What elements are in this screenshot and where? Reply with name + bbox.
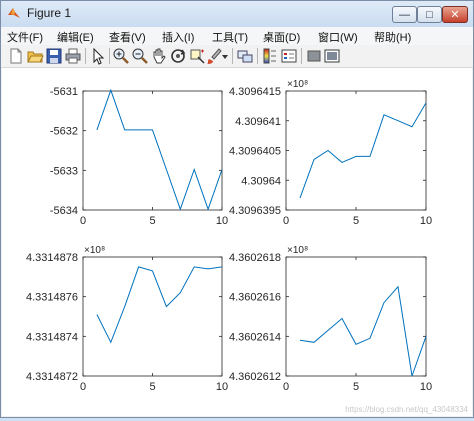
subplot-2-y-tick-label: 4.309641 (235, 116, 281, 128)
subplot-1-y-tick-label: -5633 (50, 165, 78, 177)
maximize-button[interactable]: □ (417, 6, 442, 23)
subplot-3-exponent-label: ×10⁸ (84, 245, 105, 256)
subplot-1-x-tick-label: 0 (80, 215, 86, 227)
figure-canvas[interactable]: https://blog.csdn.net/qq_43048334 0 5 10 -5… (2, 68, 472, 416)
toolbar-separator (257, 48, 258, 64)
subplot-1-y-tick-label: -5632 (50, 126, 78, 138)
matlab-app-icon (8, 8, 20, 18)
subplot-4-y-tick-label: 4.3602618 (229, 252, 281, 264)
zoom-out-icon[interactable] (131, 47, 149, 65)
rotate-3d-icon[interactable] (169, 47, 187, 65)
subplot-3-y-tick-label: 4.3314874 (26, 331, 78, 343)
subplot-1-x-tick-label: 10 (216, 215, 228, 227)
subplot-2-x-tick-label: 10 (420, 215, 432, 227)
open-file-icon[interactable] (26, 47, 44, 65)
subplot-4-x-tick-label: 5 (353, 381, 359, 393)
subplot-4-y-tick-label: 4.3602616 (229, 292, 281, 304)
subplot-4-y-tick-label: 4.3602614 (229, 331, 281, 343)
subplot-4-y-tick-label: 4.3602612 (229, 371, 281, 383)
subplot-3-x-tick-label: 10 (216, 381, 228, 393)
subplot-2-y-tick-label: 4.3096405 (229, 146, 281, 158)
select-arrow-icon[interactable] (89, 47, 107, 65)
watermark-text: https://blog.csdn.net/qq_43048334 (345, 405, 468, 414)
subplot-1-y-tick-label: -5631 (50, 86, 78, 98)
menu-tools[interactable]: 工具(T) (212, 29, 248, 45)
menu-window[interactable]: 窗口(W) (318, 29, 358, 45)
menu-edit[interactable]: 编辑(E) (57, 29, 94, 45)
show-plot-tools-icon[interactable] (323, 47, 341, 65)
toolbar-separator (301, 48, 302, 64)
subplot-2-x-tick-label: 5 (353, 215, 359, 227)
menu-view[interactable]: 查看(V) (109, 29, 146, 45)
subplot-3-axes-box (82, 256, 223, 377)
subplot-1-y-tick-label: -5634 (50, 205, 78, 217)
menu-insert[interactable]: 插入(I) (162, 29, 194, 45)
save-icon[interactable] (45, 47, 63, 65)
zoom-in-icon[interactable] (112, 47, 130, 65)
window-title: Figure 1 (27, 6, 72, 20)
pan-hand-icon[interactable] (150, 47, 168, 65)
subplot-3-x-tick-label: 5 (149, 381, 155, 393)
subplot-4-exponent-label: ×10⁸ (287, 245, 308, 256)
new-figure-icon[interactable] (7, 47, 25, 65)
subplot-2-exponent-label: ×10⁸ (287, 79, 308, 90)
subplot-2-y-tick-label: 4.3096395 (229, 205, 281, 217)
menu-bar: 文件(F) 编辑(E) 查看(V) 插入(I) 工具(T) 桌面(D) 窗口(W… (1, 27, 473, 45)
subplot-2-y-tick-label: 4.30964 (241, 175, 281, 187)
subplot-4-x-tick-label: 0 (283, 381, 289, 393)
menu-help[interactable]: 帮助(H) (374, 29, 411, 45)
print-icon[interactable] (64, 47, 82, 65)
subplot-3-y-tick-label: 4.3314878 (26, 252, 78, 264)
subplot-3-x-tick-label: 0 (80, 381, 86, 393)
title-bar[interactable]: Figure 1 — □ ✕ (1, 1, 473, 27)
subplot-2-y-tick-label: 4.3096415 (229, 86, 281, 98)
subplot-3-y-tick-label: 4.3314876 (26, 292, 78, 304)
colorbar-icon[interactable] (261, 47, 279, 65)
link-plot-icon[interactable] (236, 47, 254, 65)
subplot-3-y-tick-label: 4.3314872 (26, 371, 78, 383)
legend-icon[interactable] (280, 47, 298, 65)
figure-toolbar (1, 45, 473, 68)
subplot-1-x-tick-label: 5 (149, 215, 155, 227)
menu-desktop[interactable]: 桌面(D) (263, 29, 300, 45)
subplot-2-axes-box (285, 90, 427, 211)
subplot-4-x-tick-label: 10 (420, 381, 432, 393)
data-cursor-icon[interactable] (188, 47, 206, 65)
menu-file[interactable]: 文件(F) (7, 29, 43, 45)
subplot-grid: https://blog.csdn.net/qq_43048334 0 5 10 -5… (26, 79, 469, 414)
brush-dropdown-icon[interactable] (220, 47, 230, 65)
subplot-2-x-tick-label: 0 (283, 215, 289, 227)
toolbar-separator (85, 48, 86, 64)
close-button[interactable]: ✕ (442, 6, 468, 23)
figure-window: Figure 1 — □ ✕ 文件(F) 编辑(E) 查看(V) 插入(I) 工… (0, 0, 474, 418)
hide-plot-tools-icon[interactable] (305, 47, 323, 65)
minimize-button[interactable]: — (392, 6, 417, 23)
subplot-4-axes-box (285, 256, 427, 377)
toolbar-separator (109, 48, 110, 64)
toolbar-separator (232, 48, 233, 64)
